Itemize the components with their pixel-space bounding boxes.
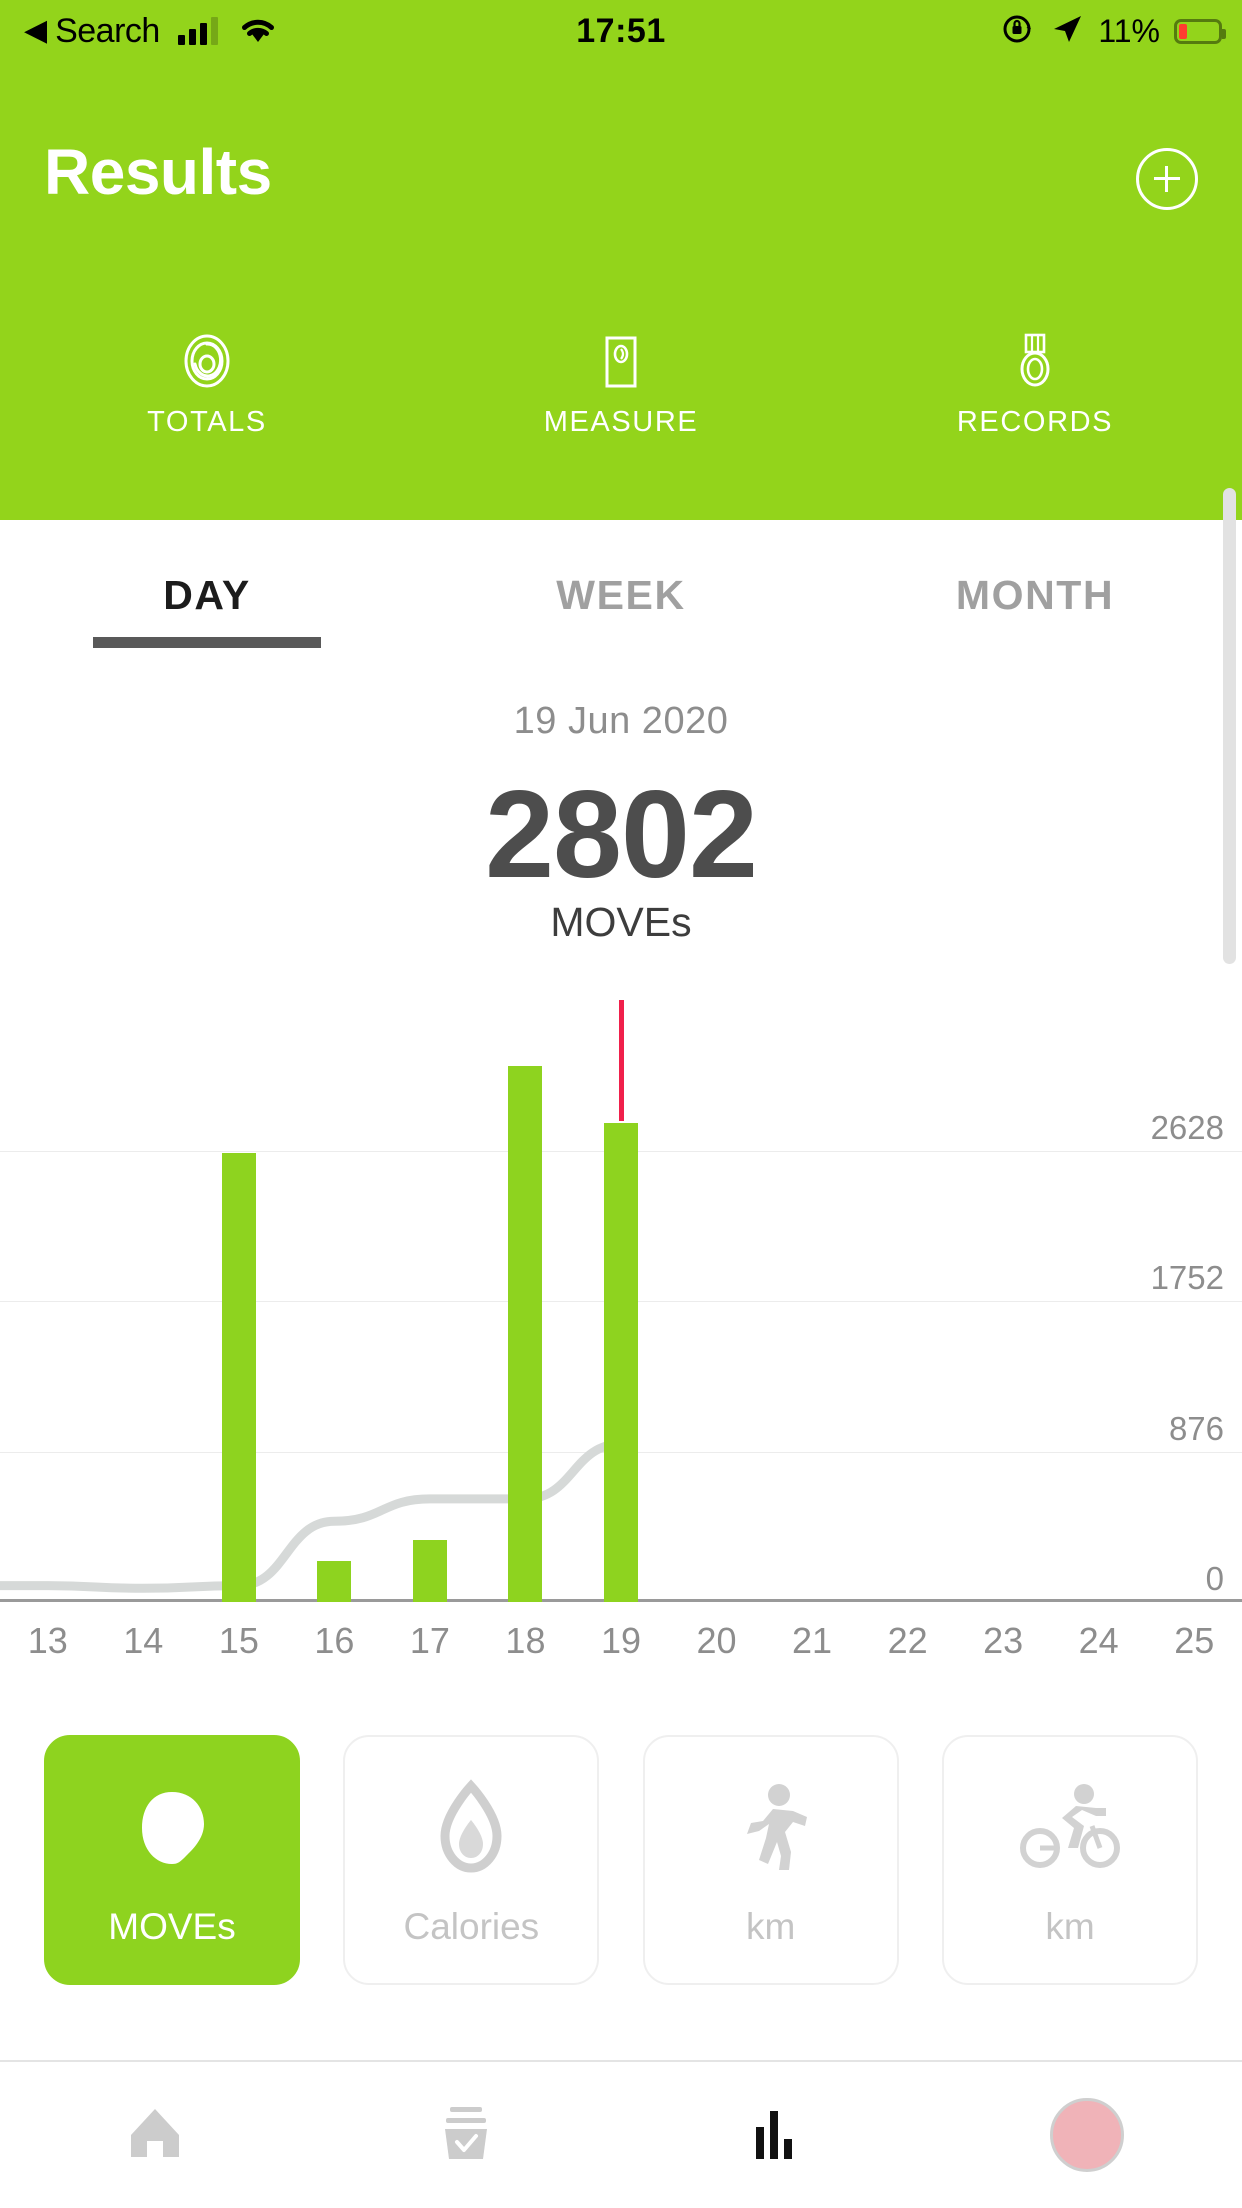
chart-x-tick-label[interactable]: 16 xyxy=(314,1620,354,1662)
battery-percent-label: 11% xyxy=(1098,12,1160,49)
selected-day-marker xyxy=(619,1000,624,1121)
home-icon xyxy=(117,2095,193,2176)
header-nav-label-records: RECORDS xyxy=(956,406,1114,438)
metric-card-running[interactable]: km xyxy=(642,1735,899,1985)
chart-x-axis: 13 14 15 16 17 18 19 20 21 22 23 24 25 xyxy=(0,1608,1242,1688)
activity-bar-chart[interactable]: 2628 1752 876 0 xyxy=(0,1000,1242,1602)
tab-month[interactable]: MONTH xyxy=(828,520,1242,670)
running-icon xyxy=(719,1772,823,1884)
metric-card-label-cycling: km xyxy=(1045,1906,1095,1947)
scale-icon xyxy=(590,330,652,392)
metric-card-label-calories: Calories xyxy=(403,1906,540,1947)
rings-spiral-icon xyxy=(176,330,238,392)
metric-card-cycling[interactable]: km xyxy=(941,1735,1198,1985)
chart-x-tick-label[interactable]: 17 xyxy=(410,1620,450,1662)
chart-bar[interactable] xyxy=(412,1540,447,1602)
summary-block: 19 Jun 2020 2802 MOVEs xyxy=(0,700,1242,946)
header-nav-item-records[interactable]: RECORDS xyxy=(828,330,1242,480)
header-nav-item-measure[interactable]: MEASURE xyxy=(414,330,828,480)
chart-x-tick-label[interactable]: 23 xyxy=(983,1620,1023,1662)
rotation-lock-icon xyxy=(1000,11,1036,52)
metric-card-label-moves: MOVEs xyxy=(108,1906,236,1947)
summary-value: 2802 xyxy=(485,766,758,904)
metric-card-calories[interactable]: Calories xyxy=(343,1735,600,1985)
chart-x-tick-label[interactable]: 13 xyxy=(28,1620,68,1662)
header-nav-item-totals[interactable]: TOTALS xyxy=(0,330,414,480)
chart-x-tick-label[interactable]: 21 xyxy=(792,1620,832,1662)
avatar-icon xyxy=(1049,2098,1124,2172)
chart-x-tick-label[interactable]: 14 xyxy=(123,1620,163,1662)
flame-icon xyxy=(419,1772,523,1884)
bottom-tab-bar xyxy=(0,2060,1242,2208)
green-header: ◀ Search 17:51 11% Results TOTALS MEASUR… xyxy=(0,0,1242,520)
chart-x-tick-label[interactable]: 24 xyxy=(1079,1620,1119,1662)
bottom-tab-tasks[interactable] xyxy=(311,2062,622,2208)
page-title: Results xyxy=(44,136,272,208)
app-screen: ◀ Search 17:51 11% Results TOTALS MEASUR… xyxy=(0,0,1242,2208)
add-button[interactable] xyxy=(1136,148,1198,210)
metric-card-moves[interactable]: MOVEs xyxy=(44,1735,300,1985)
chart-x-tick-label[interactable]: 25 xyxy=(1174,1620,1214,1662)
tab-week[interactable]: WEEK xyxy=(414,520,828,670)
header-nav-label-totals: TOTALS xyxy=(147,406,267,438)
tab-day[interactable]: DAY xyxy=(0,520,414,670)
bar-chart-icon xyxy=(738,2095,814,2176)
chart-x-tick-label[interactable]: 18 xyxy=(505,1620,545,1662)
cycling-icon xyxy=(1018,1772,1122,1884)
checklist-icon xyxy=(428,2095,504,2176)
chart-bar[interactable] xyxy=(604,1122,638,1602)
bottom-tab-home[interactable] xyxy=(0,2062,311,2208)
chart-x-tick-label[interactable]: 15 xyxy=(219,1620,259,1662)
battery-low-icon xyxy=(1174,18,1226,44)
medal-icon xyxy=(1004,330,1066,392)
header-nav: TOTALS MEASURE RECORDS xyxy=(0,330,1242,480)
metric-cards: MOVEs Calories km km xyxy=(0,1735,1242,2015)
summary-date: 19 Jun 2020 xyxy=(513,700,729,742)
chart-x-tick-label[interactable]: 19 xyxy=(601,1620,641,1662)
period-tabs: DAY WEEK MONTH xyxy=(0,520,1242,670)
chart-bar[interactable] xyxy=(221,1152,256,1602)
bottom-tab-profile[interactable] xyxy=(932,2062,1242,2208)
summary-unit: MOVEs xyxy=(550,899,692,946)
chart-x-tick-label[interactable]: 20 xyxy=(697,1620,737,1662)
chart-bar[interactable] xyxy=(317,1561,352,1602)
status-bar: ◀ Search 17:51 11% xyxy=(0,0,1242,62)
bottom-tab-results[interactable] xyxy=(621,2062,932,2208)
status-bar-right: 11% xyxy=(1000,0,1226,62)
plus-icon xyxy=(1154,166,1180,192)
move-blob-icon xyxy=(120,1772,224,1884)
vertical-scrollbar[interactable] xyxy=(1223,488,1236,964)
chart-bar[interactable] xyxy=(508,1066,543,1602)
metric-card-label-running: km xyxy=(745,1906,796,1947)
chart-x-tick-label[interactable]: 22 xyxy=(888,1620,928,1662)
location-arrow-icon xyxy=(1050,12,1084,51)
header-nav-label-measure: MEASURE xyxy=(543,406,699,438)
